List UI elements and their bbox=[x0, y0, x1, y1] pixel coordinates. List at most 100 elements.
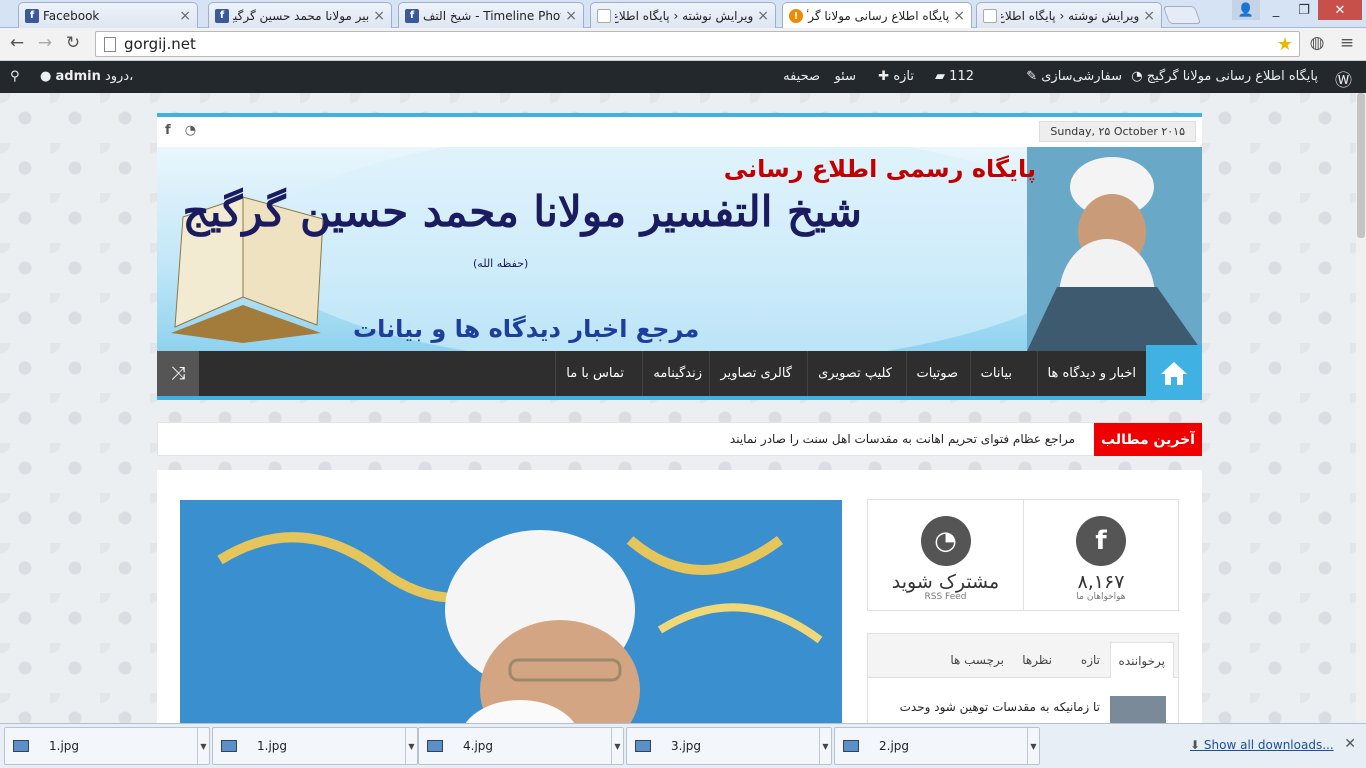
close-tab-icon[interactable]: × bbox=[373, 8, 385, 24]
close-window-button[interactable]: ✕ bbox=[1318, 0, 1362, 20]
current-date: Sunday, ۲۵ October ۲۰۱۵ bbox=[1039, 121, 1196, 142]
address-toolbar: ← → ↻ gorgij.net ★ ◍ ≡ bbox=[0, 28, 1366, 61]
menu-item-biography[interactable]: زندگینامه bbox=[642, 351, 712, 396]
close-tab-icon[interactable]: × bbox=[1143, 8, 1155, 24]
address-input[interactable]: gorgij.net ★ bbox=[95, 31, 1300, 57]
close-tab-icon[interactable]: × bbox=[757, 8, 769, 24]
menu-item-gallery[interactable]: گالری تصاویر bbox=[709, 351, 802, 396]
chevron-down-icon[interactable]: ▼ bbox=[611, 728, 623, 764]
header-banner[interactable]: پایگاه رسمی اطلاع رسانی شیخ التفسیر مولا… bbox=[157, 147, 1202, 351]
tab-comments[interactable]: نظرها bbox=[1014, 642, 1060, 678]
menu-icon[interactable]: ≡ bbox=[1336, 33, 1358, 53]
download-item[interactable]: 1.jpg ▼ bbox=[212, 727, 418, 765]
new-content-link[interactable]: تازه ✚ bbox=[878, 69, 914, 84]
user-icon[interactable]: 👤 bbox=[1232, 0, 1260, 20]
tabbed-posts-widget: پرخواننده تازه نظرها برچسب ها تا زمانیکه… bbox=[867, 633, 1179, 723]
chevron-down-icon[interactable]: ▼ bbox=[1027, 728, 1039, 764]
forward-arrow-icon[interactable]: → bbox=[34, 33, 56, 53]
browser-tab-1[interactable]: f Facebook × bbox=[18, 2, 198, 28]
comments-count: 112 bbox=[949, 69, 974, 84]
close-tab-icon[interactable]: × bbox=[953, 8, 965, 24]
list-item[interactable]: تا زمانیکه به مقدسات توهین شود وحدت bbox=[870, 696, 1166, 723]
page-link[interactable]: صحیفه bbox=[783, 69, 820, 84]
facebook-icon: f bbox=[405, 8, 419, 23]
top-bar: f ◔ Sunday, ۲۵ October ۲۰۱۵ bbox=[157, 113, 1202, 147]
show-all-downloads-link[interactable]: ⬇ Show all downloads... bbox=[1190, 738, 1334, 752]
download-filename: 2.jpg bbox=[879, 739, 910, 753]
shuffle-icon[interactable]: ⤨ bbox=[157, 351, 199, 396]
close-tab-icon[interactable]: × bbox=[179, 8, 191, 24]
widget-tabs: پرخواننده تازه نظرها برچسب ها bbox=[868, 634, 1178, 678]
reload-icon[interactable]: ↻ bbox=[62, 33, 84, 53]
rss-caption: RSS Feed bbox=[924, 592, 967, 602]
home-icon bbox=[1161, 361, 1187, 385]
maximize-button[interactable]: ❐ bbox=[1290, 0, 1318, 20]
scrollbar[interactable] bbox=[1356, 93, 1366, 723]
wordpress-logo-icon[interactable]: Ⓦ bbox=[1335, 66, 1352, 91]
brush-icon: ✎ bbox=[1026, 69, 1038, 84]
menu-item-video[interactable]: کلیپ تصویری bbox=[807, 351, 902, 396]
social-counter-widget: f ۸,۱۶۷ هواخواهان ما ◔ مشترک شوید RSS Fe… bbox=[867, 499, 1179, 611]
image-file-icon bbox=[843, 740, 859, 752]
page-icon bbox=[983, 8, 997, 23]
warning-icon: ! bbox=[789, 9, 803, 23]
chevron-down-icon[interactable]: ▼ bbox=[197, 728, 209, 764]
scrollbar-thumb[interactable] bbox=[1357, 93, 1365, 238]
banner-title: شیخ التفسیر مولانا محمد حسین گرگیج bbox=[182, 187, 862, 236]
tab-title: ویرایش نوشته ‹ پایگاه اطلاع bbox=[615, 8, 754, 23]
globe-icon[interactable]: ◍ bbox=[1306, 33, 1328, 53]
new-label: تازه bbox=[893, 69, 914, 84]
download-filename: 3.jpg bbox=[671, 739, 702, 753]
rss-icon[interactable]: ◔ bbox=[185, 123, 196, 138]
tab-title: Facebook bbox=[43, 8, 100, 23]
comments-link[interactable]: 112 ▰ bbox=[935, 69, 974, 84]
download-item[interactable]: 3.jpg ▼ bbox=[626, 727, 832, 765]
browser-tab-3[interactable]: f شیخ التف - Timeline Photos × bbox=[398, 2, 584, 28]
minimize-button[interactable]: _ bbox=[1262, 0, 1290, 20]
browser-tab-4[interactable]: ویرایش نوشته ‹ پایگاه اطلاع × bbox=[590, 2, 776, 28]
download-arrow-icon: ⬇ bbox=[1190, 738, 1201, 752]
menu-item-audio[interactable]: صوتیات bbox=[905, 351, 969, 396]
customize-link[interactable]: سفارشی‌سازی ✎ bbox=[1026, 69, 1122, 84]
comment-icon: ▰ bbox=[935, 69, 946, 84]
close-tab-icon[interactable]: × bbox=[565, 8, 577, 24]
tab-popular[interactable]: پرخواننده bbox=[1109, 642, 1174, 678]
facebook-icon: f bbox=[215, 8, 229, 23]
rss-icon: ◔ bbox=[920, 516, 971, 566]
browser-tab-5[interactable]: ! پایگاه اطلاع رسانی مولانا گرگ × bbox=[782, 2, 972, 29]
close-downloads-icon[interactable]: ✕ bbox=[1344, 736, 1356, 752]
tab-recent[interactable]: تازه bbox=[1073, 642, 1108, 678]
menu-item-contact[interactable]: تماس با ما bbox=[555, 351, 634, 396]
main-content: f ۸,۱۶۷ هواخواهان ما ◔ مشترک شوید RSS Fe… bbox=[157, 470, 1202, 723]
tab-title: ویرایش نوشته ‹ پایگاه اطلاع bbox=[1001, 8, 1140, 23]
search-icon[interactable]: ⚲ bbox=[10, 69, 20, 84]
bookmark-star-icon[interactable]: ★ bbox=[1277, 34, 1293, 55]
download-item[interactable]: 2.jpg ▼ bbox=[834, 727, 1040, 765]
home-button[interactable] bbox=[1146, 345, 1202, 400]
seo-link[interactable]: سئو bbox=[834, 69, 856, 84]
browser-tab-6[interactable]: ویرایش نوشته ‹ پایگاه اطلاع × bbox=[976, 2, 1162, 28]
page-icon bbox=[104, 37, 116, 52]
new-tab-button[interactable] bbox=[1162, 6, 1202, 24]
rss-counter[interactable]: ◔ مشترک شوید RSS Feed bbox=[868, 500, 1023, 610]
image-file-icon bbox=[635, 740, 651, 752]
download-item[interactable]: 4.jpg ▼ bbox=[418, 727, 624, 765]
account-menu[interactable]: ● admin درود، bbox=[40, 69, 133, 84]
chevron-down-icon[interactable]: ▼ bbox=[819, 728, 831, 764]
menu-item-news[interactable]: اخبار و دیدگاه ها bbox=[1036, 351, 1147, 396]
user-avatar-icon: ● bbox=[40, 69, 52, 84]
admin-site-name[interactable]: پایگاه اطلاع رسانی مولانا گرگیج ◔ bbox=[1131, 69, 1318, 84]
facebook-counter[interactable]: f ۸,۱۶۷ هواخواهان ما bbox=[1023, 500, 1178, 610]
download-item[interactable]: 1.jpg ▼ bbox=[4, 727, 210, 765]
browser-tab-2[interactable]: f بیر مولانا محمد حسین گرگیج × bbox=[208, 2, 392, 28]
facebook-icon[interactable]: f bbox=[165, 123, 171, 138]
tab-tags[interactable]: برچسب ها bbox=[942, 642, 1012, 678]
chevron-down-icon[interactable]: ▼ bbox=[405, 728, 417, 764]
menu-item-statements[interactable]: بیانات bbox=[969, 351, 1022, 396]
ticker-headline[interactable]: مراجع عظام فتوای تحریم اهانت به مقدسات ا… bbox=[730, 432, 1075, 446]
scholar-portrait bbox=[1027, 147, 1202, 351]
download-filename: 4.jpg bbox=[463, 739, 494, 753]
featured-image[interactable] bbox=[180, 500, 842, 723]
show-all-label: Show all downloads... bbox=[1203, 738, 1334, 752]
back-arrow-icon[interactable]: ← bbox=[6, 33, 28, 53]
